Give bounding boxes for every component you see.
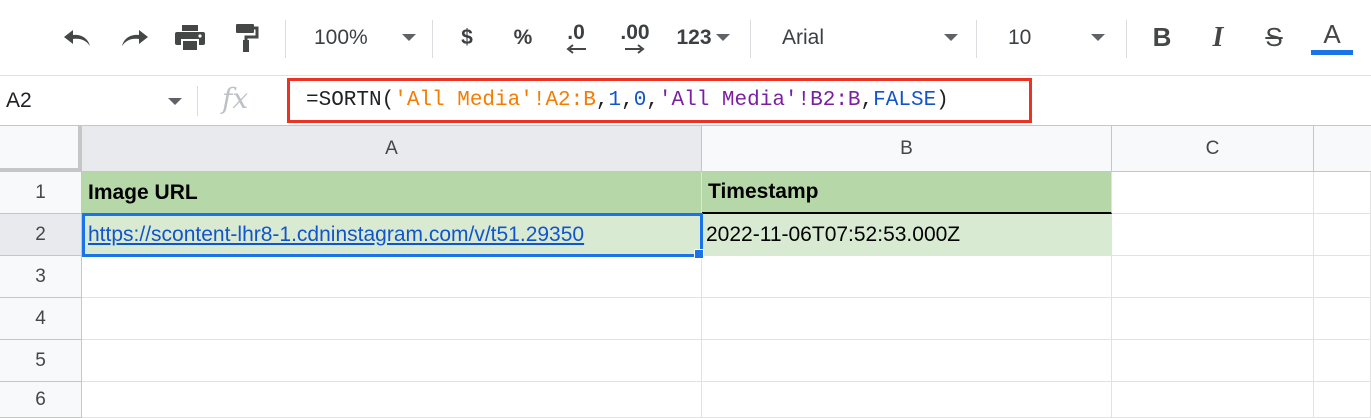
percent-format-button[interactable]: %: [506, 0, 540, 75]
cell-b4[interactable]: [702, 298, 1112, 340]
undo-button[interactable]: [58, 0, 98, 75]
print-icon: [175, 24, 205, 52]
select-all-corner[interactable]: [0, 126, 82, 172]
formula-part: ,: [646, 89, 659, 112]
text-color-label: A: [1323, 19, 1341, 49]
cell-a3[interactable]: [82, 256, 702, 298]
font-family-value: Arial: [782, 25, 825, 49]
cell-b5[interactable]: [702, 340, 1112, 382]
fill-handle[interactable]: [694, 249, 704, 259]
font-family-select[interactable]: Arial: [766, 0, 966, 75]
formula-part: ,: [595, 89, 609, 112]
cell-c2[interactable]: [1112, 214, 1314, 256]
increase-decimal-label: .00: [620, 20, 650, 44]
cell-c3[interactable]: [1112, 256, 1314, 298]
row-header-5[interactable]: 5: [0, 340, 82, 382]
formula-part: =SORTN(: [306, 89, 395, 112]
text-color-swatch: [1311, 50, 1353, 55]
undo-icon: [64, 29, 90, 46]
bold-button[interactable]: B: [1144, 0, 1180, 75]
print-button[interactable]: [170, 0, 210, 75]
paint-format-icon: [236, 23, 259, 52]
redo-icon: [122, 29, 148, 46]
row-header-6[interactable]: 6: [0, 382, 82, 418]
fx-icon: fx: [222, 82, 249, 115]
cell-d6[interactable]: [1314, 382, 1371, 418]
formula-number: 1: [608, 89, 622, 112]
column-header-d[interactable]: [1314, 126, 1371, 172]
paint-format-button[interactable]: [226, 0, 266, 75]
cell-a1[interactable]: Image URL: [82, 172, 702, 214]
toolbar: 100% $ % .0 .00 123 Arial 10 B I S A: [0, 0, 1371, 75]
font-chevron-down-icon: [944, 34, 959, 41]
font-size-value: 10: [1008, 25, 1032, 49]
cell-d5[interactable]: [1314, 340, 1371, 382]
cell-d4[interactable]: [1314, 298, 1371, 340]
formula-range-ref: 'All Media'!B2:B: [658, 89, 861, 112]
row-header-4[interactable]: 4: [0, 298, 82, 340]
more-formats-chevron-down-icon: [715, 34, 730, 41]
cell-a5[interactable]: [82, 340, 702, 382]
name-box-chevron-down-icon[interactable]: [168, 98, 182, 105]
cell-d1[interactable]: [1314, 172, 1371, 214]
text-color-button[interactable]: A: [1310, 0, 1354, 75]
formula-bar: A2 fx =SORTN( 'All Media'!A2:B , 1 , 0 ,…: [0, 75, 1371, 126]
formula-part: ,: [621, 89, 634, 112]
cell-d3[interactable]: [1314, 256, 1371, 298]
cell-b1[interactable]: Timestamp: [702, 172, 1112, 214]
increase-decimal-button[interactable]: .00: [612, 0, 658, 75]
formula-part: ,: [860, 89, 874, 112]
formula-boolean: FALSE: [873, 89, 937, 112]
row-header-3[interactable]: 3: [0, 256, 82, 298]
more-formats-label: 123: [676, 25, 712, 49]
cell-d2[interactable]: [1314, 214, 1371, 256]
spreadsheet-grid: A B C 1 2 3 4 5 6 Image URL Timestamp ht…: [0, 126, 1371, 418]
row-header-1[interactable]: 1: [0, 172, 82, 214]
formula-number: 0: [633, 89, 647, 112]
arrow-right-icon: [625, 43, 645, 54]
more-formats-button[interactable]: 123: [668, 0, 738, 75]
cell-a6[interactable]: [82, 382, 702, 418]
column-header-c[interactable]: C: [1112, 126, 1314, 172]
italic-button[interactable]: I: [1200, 0, 1236, 75]
cell-c5[interactable]: [1112, 340, 1314, 382]
strikethrough-button[interactable]: S: [1256, 0, 1292, 75]
name-box[interactable]: A2: [6, 76, 32, 126]
cell-b2[interactable]: 2022-11-06T07:52:53.000Z: [702, 214, 1112, 256]
column-header-a[interactable]: A: [82, 126, 702, 172]
column-header-b[interactable]: B: [702, 126, 1112, 172]
formula-range-ref: 'All Media'!A2:B: [394, 89, 596, 112]
cell-c6[interactable]: [1112, 382, 1314, 418]
currency-format-button[interactable]: $: [450, 0, 484, 75]
cell-a2[interactable]: https://scontent-lhr8-1.cdninstagram.com…: [82, 214, 702, 256]
zoom-chevron-down-icon: [401, 34, 416, 41]
cell-b6[interactable]: [702, 382, 1112, 418]
row-header-2[interactable]: 2: [0, 214, 82, 256]
decrease-decimal-button[interactable]: .0: [556, 0, 596, 75]
zoom-select[interactable]: 100%: [300, 0, 420, 75]
formula-part: ): [936, 89, 949, 112]
cell-a4[interactable]: [82, 298, 702, 340]
formula-input[interactable]: =SORTN( 'All Media'!A2:B , 1 , 0 , 'All …: [287, 78, 1032, 123]
decrease-decimal-label: .0: [567, 20, 585, 44]
zoom-value: 100%: [314, 25, 368, 49]
name-box-value: A2: [6, 89, 32, 112]
cell-c4[interactable]: [1112, 298, 1314, 340]
redo-button[interactable]: [114, 0, 154, 75]
cell-c1[interactable]: [1112, 172, 1314, 214]
cell-b3[interactable]: [702, 256, 1112, 298]
font-size-select[interactable]: 10: [992, 0, 1116, 75]
font-size-chevron-down-icon: [1091, 34, 1106, 41]
arrow-left-icon: [566, 43, 586, 54]
